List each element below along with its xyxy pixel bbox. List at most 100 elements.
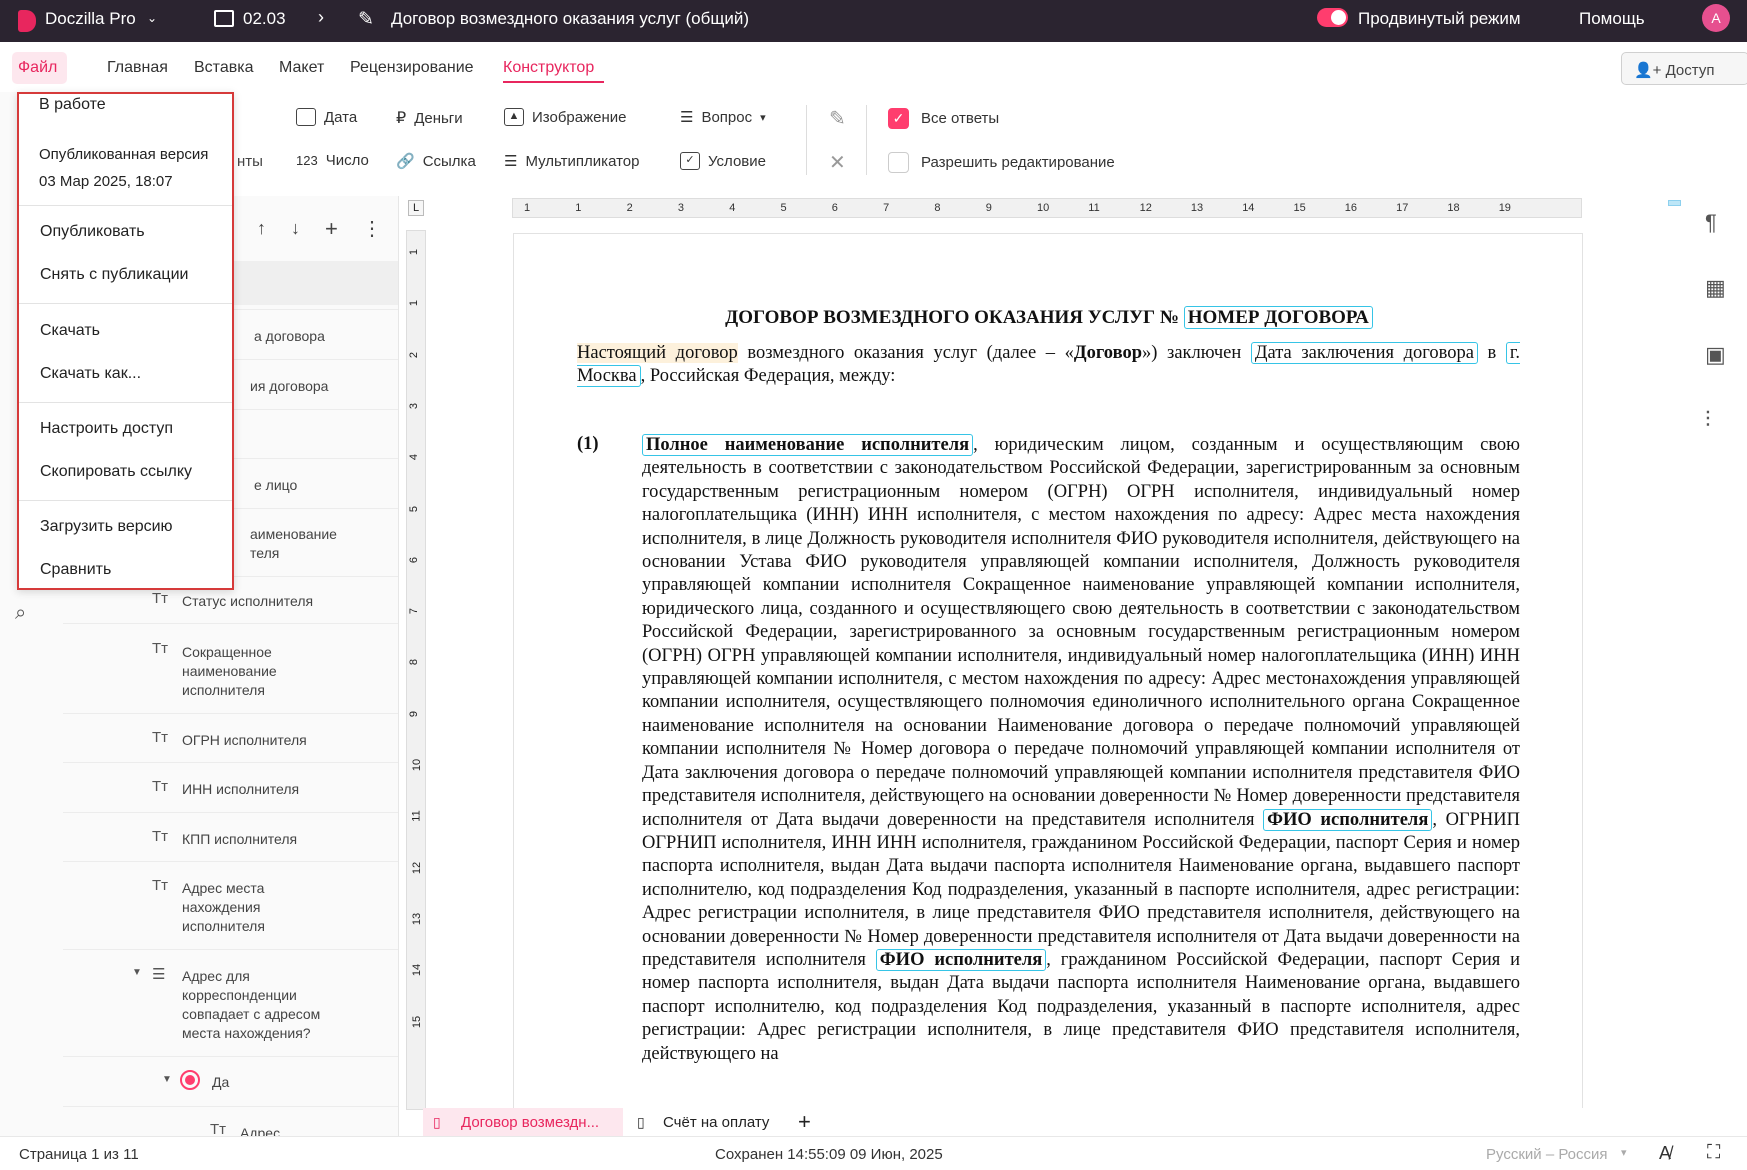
list-item[interactable]: Адрес [240,1124,280,1136]
ruler-number: 3 [677,202,685,214]
link-button[interactable]: 🔗 Ссылка [396,152,476,171]
list-item[interactable]: Сокращенное наименование исполнителя [182,643,322,700]
question-label: Вопрос [701,108,753,126]
help-link[interactable]: Помощь [1579,9,1645,29]
condition-check-icon: ✓ [680,152,700,170]
status-bar: Страница 1 из 11 Сохранен 14:55:09 09 Ию… [0,1136,1747,1170]
add-icon[interactable]: + [325,216,338,242]
breadcrumb-folder[interactable]: 02.03 [243,9,286,29]
avatar[interactable]: A [1702,4,1730,32]
tab-insert[interactable]: Вставка [194,59,253,77]
document-icon: ▯ [433,1114,441,1130]
condition-button[interactable]: ✓ Условие [680,152,766,170]
doc-tab-second[interactable]: Счёт на оплату [663,1114,769,1131]
list-item[interactable]: теля [250,544,279,563]
list-item[interactable]: е лицо [254,476,297,495]
vertical-ruler[interactable]: 1 1 2 3 4 5 6 7 8 9 10 11 12 13 14 15 [406,230,426,1110]
list-item[interactable]: ОГРН исполнителя [182,731,307,750]
advanced-mode-toggle[interactable] [1317,8,1348,27]
caret-down-icon[interactable]: ▼ [132,967,142,978]
question-button[interactable]: ☰ Вопрос ▾ [680,108,766,127]
list-item[interactable]: аименование [250,525,337,544]
more-icon[interactable]: ⋮ [362,216,382,241]
money-button[interactable]: ₽ Деньги [396,108,463,128]
ruler-number: 8 [408,659,421,666]
chevron-down-icon[interactable]: ▾ [1621,1146,1627,1159]
contract-date-field[interactable]: Дата заключения договора [1250,342,1478,364]
radio-selected-icon[interactable] [180,1070,200,1090]
image-button[interactable]: ▲ Изображение [504,108,627,126]
executor-name-field[interactable]: Полное наименование исполнителя [642,434,974,456]
tab-review[interactable]: Рецензирование [350,59,474,77]
paragraph-marks-icon[interactable]: ¶ [1705,210,1717,236]
ruler-number: 11 [410,810,423,823]
doc-tab-active[interactable]: Договор возмездн... [423,1108,623,1138]
doczilla-logo-icon [18,10,36,32]
tab-home[interactable]: Главная [107,59,168,77]
checkbox-checked-icon: ✓ [888,108,909,129]
arrow-up-icon[interactable]: ↑ [257,218,266,239]
pencil-icon[interactable]: ✎ [829,106,846,131]
app-name[interactable]: Doczilla Pro [45,9,136,29]
search-document-icon[interactable]: ⌕ [15,602,26,625]
ruler-number: 15 [411,1015,424,1028]
ruler-number: 5 [408,505,421,512]
text-type-icon: Tт [152,590,169,607]
scrollbar-thumb[interactable] [1668,200,1681,206]
horizontal-ruler[interactable]: 1 1 2 3 4 5 6 7 8 9 10 11 12 13 14 15 16 17 18 19 [512,198,1582,218]
document-title[interactable]: Договор возмездного оказания услуг (общи… [391,9,749,29]
money-label: Деньги [414,109,463,127]
active-tab-underline [503,81,604,83]
top-bar: Doczilla Pro ⌄ 02.03 › ✎ Договор возмезд… [0,0,1747,42]
image-icon[interactable]: ▣ [1705,342,1726,368]
folder-icon [214,10,234,27]
menu-item-compare[interactable]: Сравнить [40,561,111,579]
menu-status: В работе [39,96,106,113]
contract-number-field[interactable]: НОМЕР ДОГОВОРА [1183,306,1373,329]
tab-layout[interactable]: Макет [279,59,324,77]
menu-item-upload-version[interactable]: Загрузить версию [40,518,173,536]
list-item[interactable]: Статус исполнителя [182,592,313,611]
executor-fio-field[interactable]: ФИО исполнителя [1263,808,1433,831]
date-button[interactable]: Дата [296,108,357,126]
caret-down-icon[interactable]: ▼ [162,1074,172,1085]
all-answers-checkbox[interactable]: ✓ Все ответы [888,108,999,129]
number-button[interactable]: 123 Число [296,152,369,169]
chevron-down-icon[interactable]: ⌄ [147,11,157,25]
tab-constructor[interactable]: Конструктор [503,59,594,77]
list-item[interactable]: КПП исполнителя [182,830,297,849]
language-select[interactable]: Русский – Россия [1486,1146,1608,1163]
multiplier-button[interactable]: ☰ Мультипликатор [504,152,639,171]
clear-icon[interactable]: ✕ [829,150,846,175]
list-item[interactable]: ИНН исполнителя [182,780,299,799]
spellcheck-icon[interactable]: A̸ [1659,1143,1671,1164]
list-item[interactable]: а договора [254,327,325,346]
menu-item-copy-link[interactable]: Скопировать ссылку [40,463,192,481]
ruler-number: 15 [1293,202,1306,214]
add-tab-icon[interactable]: + [798,1109,811,1135]
document-page[interactable]: ДОГОВОР ВОЗМЕЗДНОГО ОКАЗАНИЯ УСЛУГ № НОМ… [513,233,1583,1111]
intro-text: в [1477,343,1506,363]
access-button[interactable]: 👤+ Доступ [1621,52,1747,85]
list-item[interactable]: Адрес для корреспонденции совпадает с ад… [182,967,352,1043]
question-list-icon: ☰ [152,966,166,983]
ruler-number: 3 [408,402,421,409]
list-item[interactable]: ия договора [250,377,328,396]
list-item[interactable]: Да [212,1073,229,1092]
list-item[interactable]: Адрес места нахождения исполнителя [182,879,322,936]
menu-item-download-as[interactable]: Скачать как... [40,365,141,383]
sliders-icon[interactable]: ⫶ [1705,407,1711,433]
tab-stop-icon[interactable]: L [408,200,424,216]
arrow-down-icon[interactable]: ↓ [291,218,300,239]
tab-file[interactable]: Файл [12,52,67,84]
table-icon[interactable]: ▦ [1705,275,1726,301]
ruler-number: 5 [780,202,787,214]
menu-item-download[interactable]: Скачать [40,322,100,340]
fullscreen-icon[interactable]: ⛶ [1707,1142,1720,1164]
allow-editing-checkbox[interactable]: Разрешить редактирование [888,152,1115,173]
menu-item-configure-access[interactable]: Настроить доступ [40,420,173,438]
menu-item-publish[interactable]: Опубликовать [40,223,145,241]
menu-item-unpublish[interactable]: Снять с публикации [40,266,188,284]
executor-fio-field[interactable]: ФИО исполнителя [875,948,1047,971]
image-icon: ▲ [504,108,524,126]
